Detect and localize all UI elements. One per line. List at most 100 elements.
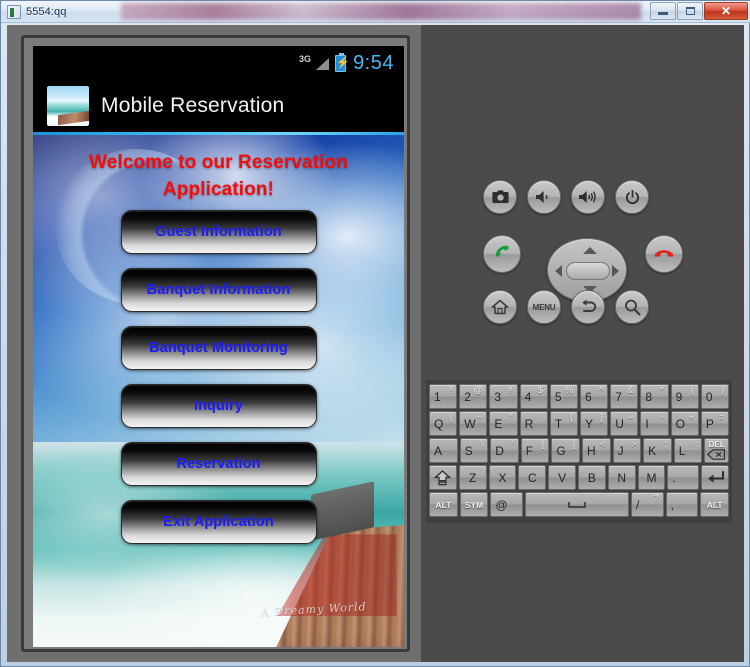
- dpad-up-icon[interactable]: [583, 247, 597, 254]
- key-shift-label: !: [449, 385, 453, 395]
- key-slash[interactable]: / ?: [630, 492, 664, 517]
- key-i[interactable]: I-: [640, 411, 669, 436]
- call-button[interactable]: [483, 235, 521, 273]
- key-a[interactable]: A: [429, 438, 458, 463]
- key-6[interactable]: 6 ^: [580, 384, 609, 409]
- key-label: 0: [705, 389, 713, 404]
- back-arrow-icon: [581, 299, 596, 312]
- banquet-monitoring-button[interactable]: Banquet Monitoring: [120, 326, 317, 370]
- phone-screen[interactable]: 3G 9:54 Mobile Reservation: [33, 46, 404, 647]
- key-s[interactable]: S \: [459, 438, 489, 463]
- key-space[interactable]: [525, 492, 629, 517]
- key-c[interactable]: C: [518, 465, 547, 490]
- power-button[interactable]: [615, 180, 649, 214]
- key-b[interactable]: B: [577, 465, 606, 490]
- volume-down-button[interactable]: [527, 180, 561, 214]
- key-l[interactable]: L:: [673, 438, 703, 463]
- home-button[interactable]: [483, 290, 517, 324]
- camera-button[interactable]: [483, 180, 517, 214]
- app-content: A Dreamy World Welcome to our Reservatio…: [33, 135, 404, 647]
- dpad-select-button[interactable]: [566, 262, 610, 280]
- key-shift-label: %: [565, 385, 574, 395]
- key-2[interactable]: 2 @: [459, 384, 488, 409]
- key-7[interactable]: 7 &: [610, 384, 639, 409]
- emulator-window: 5554:qq ✕ 3G 9:54: [0, 0, 750, 667]
- window-controls: ✕: [650, 2, 748, 20]
- key-q[interactable]: Q |: [429, 411, 458, 436]
- key-shift-label: “: [509, 412, 513, 422]
- key-9[interactable]: 9(: [670, 384, 699, 409]
- key-n[interactable]: N: [607, 465, 636, 490]
- key-y[interactable]: Y}: [580, 411, 609, 436]
- key-0[interactable]: 0): [700, 384, 730, 409]
- maximize-button[interactable]: [677, 2, 703, 20]
- key-5[interactable]: 5%: [549, 384, 579, 409]
- banquet-information-button[interactable]: Banquet Information: [120, 268, 317, 312]
- key-m[interactable]: M: [637, 465, 666, 490]
- key-alt-right[interactable]: ALT: [700, 492, 730, 517]
- key-comma[interactable]: ,: [665, 492, 699, 517]
- key-z[interactable]: Z: [458, 465, 487, 490]
- key-3[interactable]: 3 #: [489, 384, 518, 409]
- phone-red-icon: [654, 250, 674, 257]
- key-label: Q: [434, 416, 444, 431]
- key-label: I: [645, 416, 649, 431]
- key-h[interactable]: H <: [581, 438, 611, 463]
- key-enter[interactable]: [701, 465, 729, 490]
- minimize-button[interactable]: [650, 2, 676, 20]
- key-e[interactable]: E “: [489, 411, 518, 436]
- menu-button[interactable]: MENU: [527, 290, 561, 324]
- key-k[interactable]: K;: [643, 438, 672, 463]
- reservation-button[interactable]: Reservation: [120, 442, 317, 486]
- back-button[interactable]: [571, 290, 605, 324]
- key-1[interactable]: 1!: [429, 384, 458, 409]
- key-d[interactable]: D ‘: [490, 438, 519, 463]
- key-g[interactable]: G]: [551, 438, 580, 463]
- key-8[interactable]: 8 *: [640, 384, 669, 409]
- android-status-bar: 3G 9:54: [33, 46, 404, 80]
- key-u[interactable]: U –: [610, 411, 639, 436]
- exit-application-button[interactable]: Exit Application: [120, 500, 317, 544]
- key-label: J: [617, 443, 624, 458]
- key-r[interactable]: R `: [519, 411, 548, 436]
- key-label: Y: [585, 416, 594, 431]
- key-shift[interactable]: [429, 465, 457, 490]
- key-label: G: [556, 443, 566, 458]
- key-w[interactable]: W ~: [459, 411, 488, 436]
- key-label: 6: [585, 389, 592, 404]
- key-shift-label: >: [630, 439, 637, 449]
- key-v[interactable]: V: [548, 465, 576, 490]
- key-shift-label: \: [480, 439, 484, 449]
- key-shift-label: [: [541, 439, 545, 449]
- key-delete[interactable]: DEL: [704, 438, 729, 463]
- key-x[interactable]: X: [488, 465, 517, 490]
- key-period[interactable]: .: [667, 465, 700, 490]
- key-alt-left[interactable]: ALT: [429, 492, 458, 517]
- window-titlebar[interactable]: 5554:qq ✕: [1, 1, 750, 23]
- inquiry-button[interactable]: Inquiry: [120, 384, 317, 428]
- dpad-left-icon[interactable]: [555, 265, 562, 277]
- search-button[interactable]: [615, 290, 649, 324]
- key-label: 2: [464, 389, 471, 404]
- keyboard-row-numbers: 1! 2 @ 3 # 4 $ 5% 6 ^ 7 & 8 * 9( 0): [429, 384, 730, 409]
- key-shift-label: :: [694, 439, 698, 449]
- key-o[interactable]: O +: [670, 411, 699, 436]
- close-button[interactable]: ✕: [704, 2, 748, 20]
- key-j[interactable]: J >: [612, 438, 642, 463]
- end-call-button[interactable]: [645, 235, 683, 273]
- key-f[interactable]: F[: [520, 438, 550, 463]
- guest-information-button[interactable]: Guest Information: [120, 210, 317, 254]
- clock-label: 9:54: [353, 51, 394, 74]
- dpad-right-icon[interactable]: [612, 265, 619, 277]
- camera-icon: [491, 190, 509, 203]
- key-4[interactable]: 4 $: [519, 384, 548, 409]
- key-sym[interactable]: SYM: [459, 492, 489, 517]
- volume-up-button[interactable]: [571, 180, 605, 214]
- key-label: S: [464, 443, 473, 458]
- key-shift-label: -: [660, 412, 664, 422]
- key-at[interactable]: @: [490, 492, 524, 517]
- key-p[interactable]: P =: [700, 411, 730, 436]
- key-shift-label: ]: [572, 439, 575, 449]
- key-t[interactable]: T{: [549, 411, 579, 436]
- key-label: 5: [554, 389, 562, 404]
